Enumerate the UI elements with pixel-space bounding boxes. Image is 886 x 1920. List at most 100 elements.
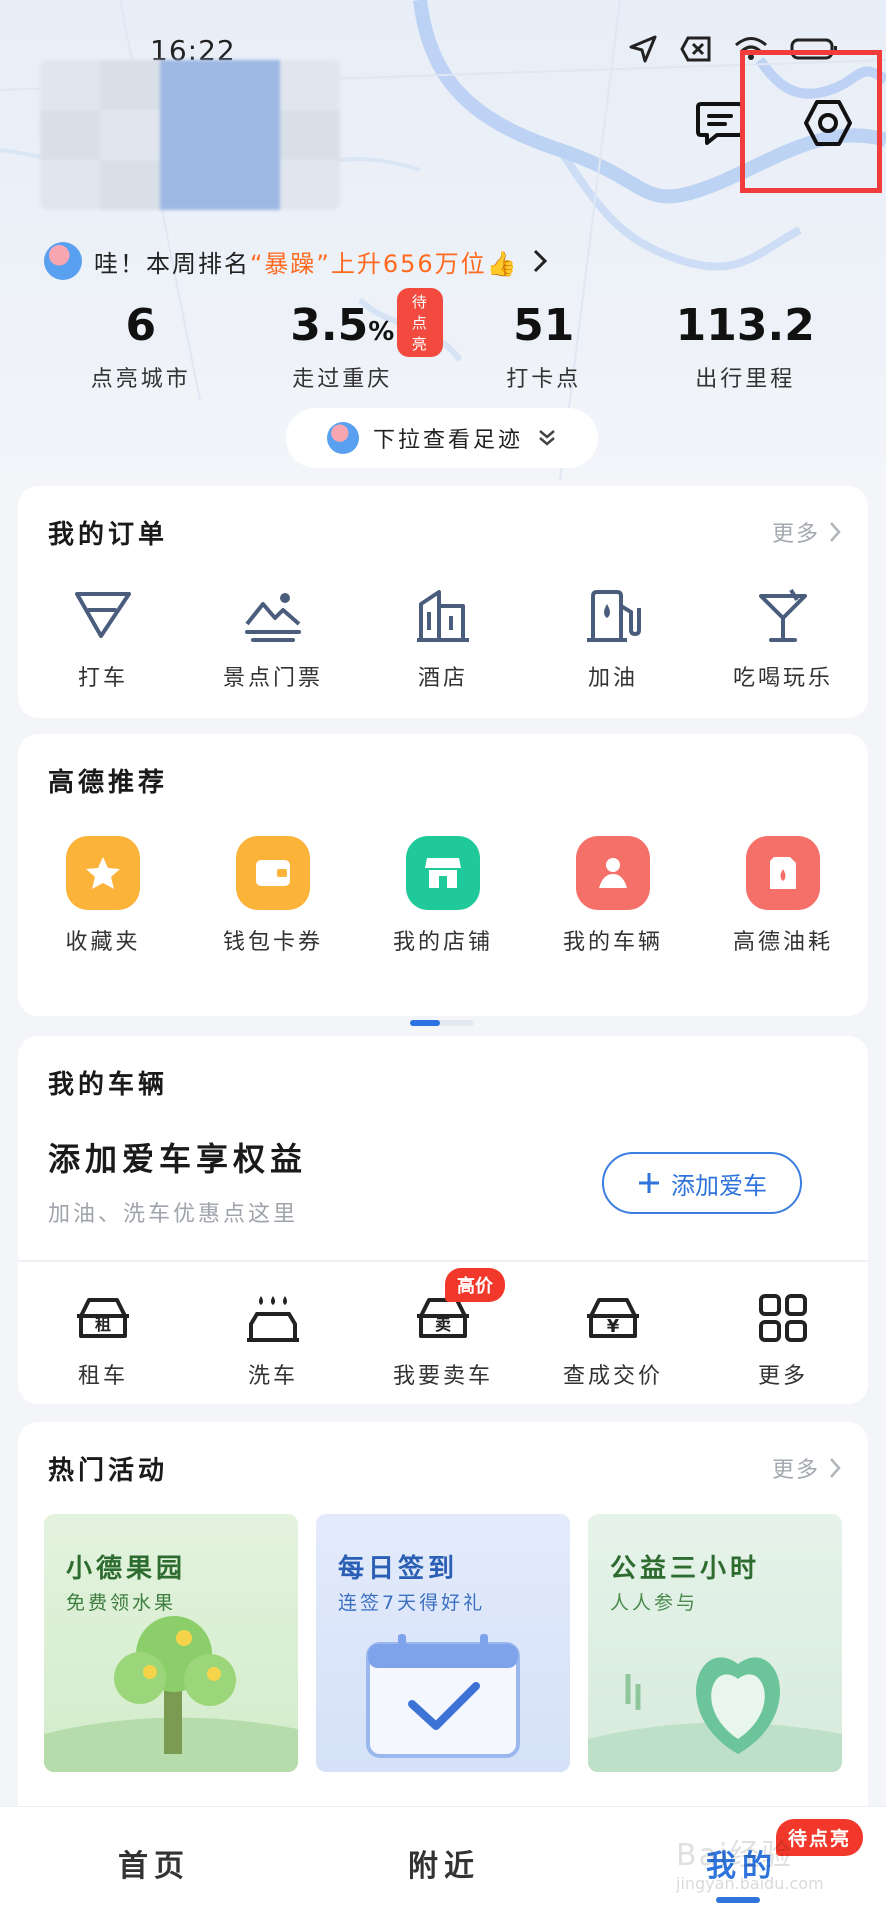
fruit-tree-illustration <box>44 1616 298 1772</box>
svg-text:¥: ¥ <box>607 1316 620 1337</box>
hotel-icon <box>417 590 469 642</box>
location-arrow-icon <box>629 35 657 63</box>
recommend-wallet[interactable]: 钱包卡券 <box>188 836 358 956</box>
orders-icon-row: 打车 景点门票 酒店 加油 吃喝玩乐 <box>18 586 868 692</box>
stats-row: 6 点亮城市 待点亮 3.5% 走过重庆 51 打卡点 113.2 出行里程 <box>40 288 847 393</box>
rank-text: 哇！本周排名“暴躁”上升656万位👍 <box>94 244 519 279</box>
recommend-card: 高德推荐 收藏夹 钱包卡券 我的店铺 我的车辆 高德油耗 <box>18 734 868 1026</box>
service-rent-car[interactable]: 租 租车 <box>18 1292 188 1390</box>
annotation-highlight-box <box>740 50 882 193</box>
cocktail-icon <box>759 588 807 642</box>
stat-value: 113.2 <box>675 300 815 351</box>
service-label: 我要卖车 <box>392 1364 493 1389</box>
activity-orchard[interactable]: 小德果园 免费领水果 <box>44 1514 298 1772</box>
activities-title: 热门活动 <box>48 1456 169 1486</box>
nav-nearby[interactable]: 附近 <box>408 1841 480 1885</box>
vehicle-subtitle: 加油、洗车优惠点这里 <box>48 1202 299 1227</box>
wallet-icon <box>256 860 290 886</box>
add-car-button[interactable]: 添加爱车 <box>602 1152 802 1214</box>
chevron-right-icon <box>830 1458 841 1478</box>
fuel-can-icon <box>770 857 796 889</box>
pull-down-footprint-button[interactable]: 下拉查看足迹 <box>286 408 598 468</box>
watermark: Bai经验 <box>676 1838 794 1873</box>
service-label: 洗车 <box>247 1364 298 1389</box>
plus-icon <box>639 1173 659 1193</box>
vehicle-service-row: 租 租车 洗车 高价 卖 我要卖车 ¥ 查成交价 更多 <box>18 1268 868 1390</box>
order-scenic-ticket[interactable]: 景点门票 <box>188 586 358 692</box>
scenic-ticket-icon <box>245 593 301 642</box>
recommend-label: 高德油耗 <box>732 930 833 955</box>
orders-more-link[interactable]: 更多 <box>772 516 842 548</box>
service-more[interactable]: 更多 <box>698 1292 868 1390</box>
recommend-label: 我的车辆 <box>562 930 663 955</box>
car-wash-icon <box>247 1296 299 1342</box>
order-label: 加油 <box>587 666 638 691</box>
stat-label: 点亮城市 <box>90 367 191 392</box>
stat-label: 走过重庆 <box>292 367 393 392</box>
high-price-badge: 高价 <box>445 1268 505 1302</box>
rank-prefix: 哇！本周排名 <box>94 249 250 278</box>
stat-checkins[interactable]: 51 打卡点 <box>443 300 645 393</box>
activity-charity[interactable]: 公益三小时 人人参与 <box>588 1514 842 1772</box>
mascot-icon <box>326 422 359 454</box>
rank-highlight: “暴躁”上升656万位 <box>250 249 487 278</box>
recommend-label: 钱包卡券 <box>222 930 323 955</box>
service-label: 更多 <box>757 1364 808 1389</box>
recommend-favorites[interactable]: 收藏夹 <box>18 836 188 956</box>
app-icon-bg <box>746 836 820 910</box>
svg-text:租: 租 <box>95 1315 111 1334</box>
page-indicator <box>410 1020 474 1026</box>
recommend-my-store[interactable]: 我的店铺 <box>358 836 528 956</box>
taxi-icon <box>75 592 131 638</box>
recommend-fuel-consumption[interactable]: 高德油耗 <box>698 836 868 956</box>
activity-daily-checkin[interactable]: 每日签到 连签7天得好礼 <box>316 1514 570 1772</box>
order-fuel[interactable]: 加油 <box>528 586 698 692</box>
service-label: 查成交价 <box>562 1364 663 1389</box>
chevron-right-icon <box>830 522 841 542</box>
service-car-wash[interactable]: 洗车 <box>188 1292 358 1390</box>
no-sim-icon <box>680 36 711 62</box>
mascot-icon <box>44 242 82 280</box>
calendar-check-illustration <box>366 1634 520 1758</box>
order-label: 打车 <box>77 666 128 691</box>
order-label: 吃喝玩乐 <box>732 666 833 691</box>
order-food-fun[interactable]: 吃喝玩乐 <box>698 586 868 692</box>
activities-more-link[interactable]: 更多 <box>772 1452 842 1484</box>
order-label: 酒店 <box>417 666 468 691</box>
star-icon <box>86 857 120 889</box>
nav-home[interactable]: 首页 <box>118 1841 190 1885</box>
stat-chongqing[interactable]: 待点亮 3.5% 走过重庆 <box>242 288 443 393</box>
order-taxi[interactable]: 打车 <box>18 586 188 692</box>
divider <box>18 1260 868 1262</box>
order-label: 景点门票 <box>222 666 323 691</box>
thumbs-up-icon: 👍 <box>486 249 519 278</box>
watermark-url: jingyan.baidu.com <box>676 1874 824 1893</box>
car-price-icon: ¥ <box>587 1298 639 1338</box>
grid-more-icon <box>759 1294 807 1342</box>
vehicle-title: 我的车辆 <box>48 1070 169 1100</box>
stat-label: 打卡点 <box>506 367 582 392</box>
recommend-title: 高德推荐 <box>48 768 169 798</box>
app-icon-bg <box>236 836 310 910</box>
rank-banner[interactable]: 哇！本周排名“暴躁”上升656万位👍 <box>44 242 549 280</box>
service-car-price[interactable]: ¥ 查成交价 <box>528 1292 698 1390</box>
vehicle-headline: 添加爱车享权益 <box>48 1140 308 1178</box>
pull-button-label: 下拉查看足迹 <box>372 428 523 453</box>
green-heart-illustration <box>588 1657 842 1772</box>
order-hotel[interactable]: 酒店 <box>358 586 528 692</box>
store-icon <box>425 858 461 888</box>
add-car-label: 添加爱车 <box>671 1171 767 1200</box>
recommend-my-vehicle[interactable]: 我的车辆 <box>528 836 698 956</box>
double-chevron-down-icon <box>539 430 555 446</box>
app-icon-bg <box>406 836 480 910</box>
service-sell-car[interactable]: 高价 卖 我要卖车 <box>358 1268 528 1390</box>
fuel-icon <box>587 590 641 642</box>
stat-cities[interactable]: 6 点亮城市 <box>40 300 242 393</box>
app-icon-bg <box>66 836 140 910</box>
recommend-icon-row: 收藏夹 钱包卡券 我的店铺 我的车辆 高德油耗 <box>18 836 868 956</box>
page-indicator-active <box>410 1020 440 1026</box>
profile-avatar-blurred[interactable] <box>40 60 340 210</box>
stat-mileage[interactable]: 113.2 出行里程 <box>645 300 847 393</box>
service-label: 租车 <box>77 1364 128 1389</box>
recommend-label: 收藏夹 <box>65 930 141 955</box>
